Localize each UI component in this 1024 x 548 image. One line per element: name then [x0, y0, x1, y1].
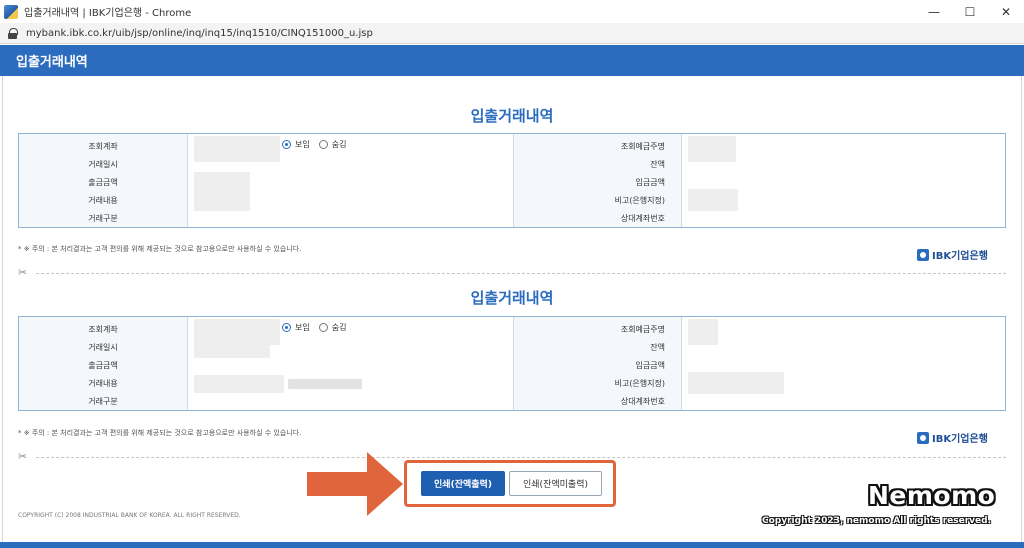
- copyright-text: COPYRIGHT (C) 2008 INDUSTRIAL BANK OF KO…: [18, 512, 241, 519]
- radio-show-label[interactable]: 보임: [295, 322, 310, 333]
- section-title: 입출거래내역: [470, 289, 554, 307]
- page-header: 입출거래내역: [0, 45, 1024, 76]
- transaction-table: 조회계좌 거래일시 출금금액 거래내용 거래구분 보임 숨김 조회예금주명 잔액…: [18, 133, 1006, 228]
- label-type: 거래구분: [88, 213, 118, 223]
- radio-show[interactable]: [282, 323, 291, 332]
- redacted-value: [688, 372, 784, 395]
- title-bar: 입출거래내역 | IBK기업은행 - Chrome — ☐ ✕: [0, 0, 1024, 23]
- value-withdrawal: [188, 172, 513, 192]
- browser-window: 입출거래내역 | IBK기업은행 - Chrome — ☐ ✕ mybank.i…: [0, 0, 1024, 548]
- watermark-subtitle: Copyright 2023, nemomo All rights reserv…: [762, 516, 991, 526]
- value-datetime: [188, 337, 513, 358]
- redacted-value: [194, 374, 284, 393]
- balance-visibility-radio[interactable]: 보임 숨김: [282, 139, 355, 150]
- value-holder: [682, 319, 1005, 346]
- radio-show[interactable]: [282, 140, 291, 149]
- label-balance: 잔액: [650, 342, 665, 352]
- balance-visibility-radio[interactable]: 보임 숨김: [282, 322, 355, 333]
- dashed-divider: [36, 273, 1006, 274]
- ibk-logo: IBK기업은행: [917, 247, 988, 262]
- ibk-logo-text: IBK기업은행: [932, 434, 988, 445]
- value-balance: [682, 156, 1005, 174]
- value-description: [188, 190, 513, 211]
- label-account: 조회계좌: [88, 141, 118, 151]
- label-withdrawal: 출금금액: [88, 360, 118, 370]
- radio-show-label[interactable]: 보임: [295, 139, 310, 150]
- right-label-column: 조회예금주명 잔액 입금금액 비고(은행지정) 상대계좌번호: [513, 134, 681, 227]
- label-deposit: 입금금액: [635, 177, 665, 187]
- label-deposit: 입금금액: [635, 360, 665, 370]
- redacted-value: [688, 189, 738, 212]
- label-description: 거래내용: [88, 195, 118, 205]
- scissors-icon: ✂: [18, 266, 28, 279]
- value-withdrawal: [188, 357, 513, 375]
- address-bar[interactable]: mybank.ibk.co.kr/uib/jsp/online/inq/inq1…: [0, 23, 1024, 44]
- value-type: [188, 393, 513, 411]
- redacted-value: [194, 190, 250, 211]
- ibk-logo-text: IBK기업은행: [932, 251, 988, 262]
- section-title: 입출거래내역: [470, 107, 554, 125]
- label-counter-account: 상대계좌번호: [620, 213, 665, 223]
- print-without-balance-button[interactable]: 인쇄(잔액미출력): [509, 471, 602, 496]
- value-memo: [682, 189, 1005, 212]
- close-button[interactable]: ✕: [988, 0, 1024, 23]
- left-label-column: 조회계좌 거래일시 출금금액 거래내용 거래구분: [19, 134, 187, 227]
- value-description: [188, 374, 513, 393]
- value-counter-account: [682, 392, 1005, 410]
- watermark-title: Nemomo: [868, 481, 996, 510]
- redacted-value: [194, 337, 270, 358]
- window-controls: — ☐ ✕: [916, 0, 1024, 23]
- dashed-divider: [36, 457, 1006, 458]
- arrow-icon: [307, 472, 369, 496]
- label-balance: 잔액: [650, 159, 665, 169]
- app-icon: [4, 4, 18, 19]
- label-account: 조회계좌: [88, 324, 118, 334]
- transaction-table: 조회계좌 거래일시 출금금액 거래내용 거래구분 보임 숨김 조회예금주명 잔액…: [18, 316, 1006, 411]
- maximize-button[interactable]: ☐: [952, 0, 988, 23]
- radio-hide-label[interactable]: 숨김: [332, 139, 347, 150]
- label-withdrawal: 출금금액: [88, 177, 118, 187]
- notice-text: * ※ 주의 : 본 처리결과는 고객 편의를 위해 제공되는 것으로 참고용으…: [18, 429, 302, 437]
- arrow-head: [367, 452, 403, 516]
- label-type: 거래구분: [88, 396, 118, 406]
- value-datetime: [188, 156, 513, 173]
- radio-hide[interactable]: [318, 323, 328, 332]
- label-holder: 조회예금주명: [620, 324, 665, 334]
- print-with-balance-button[interactable]: 인쇄(잔액출력): [421, 471, 505, 496]
- value-holder: [682, 136, 1005, 163]
- url-text[interactable]: mybank.ibk.co.kr/uib/jsp/online/inq/inq1…: [26, 28, 373, 39]
- label-datetime: 거래일시: [88, 342, 118, 352]
- value-counter-account: [682, 209, 1005, 227]
- lock-icon: [8, 27, 18, 39]
- label-datetime: 거래일시: [88, 159, 118, 169]
- label-memo: 비고(은행지정): [614, 195, 665, 205]
- redacted-value: [194, 172, 250, 192]
- label-memo: 비고(은행지정): [614, 378, 665, 388]
- bottom-border: [0, 542, 1024, 548]
- label-description: 거래내용: [88, 378, 118, 388]
- left-value-column: 보임 숨김: [187, 317, 513, 410]
- value-memo: [682, 372, 1005, 395]
- left-label-column: 조회계좌 거래일시 출금금액 거래내용 거래구분: [19, 317, 187, 410]
- radio-hide[interactable]: [318, 140, 328, 149]
- cut-line: ✂: [18, 266, 1006, 279]
- value-type: [188, 210, 513, 227]
- ibk-logo-icon: [917, 431, 929, 444]
- value-balance: [682, 339, 1005, 357]
- ibk-logo-icon: [917, 248, 929, 261]
- left-value-column: 보임 숨김: [187, 134, 513, 227]
- redacted-value: [288, 378, 362, 389]
- right-value-column: [681, 317, 1005, 410]
- scissors-icon: ✂: [18, 450, 28, 463]
- label-counter-account: 상대계좌번호: [620, 396, 665, 406]
- window-title: 입출거래내역 | IBK기업은행 - Chrome: [24, 8, 192, 19]
- radio-hide-label[interactable]: 숨김: [332, 322, 347, 333]
- right-value-column: [681, 134, 1005, 227]
- minimize-button[interactable]: —: [916, 0, 952, 23]
- page-title: 입출거래내역: [16, 55, 88, 70]
- ibk-logo: IBK기업은행: [917, 430, 988, 445]
- right-label-column: 조회예금주명 잔액 입금금액 비고(은행지정) 상대계좌번호: [513, 317, 681, 410]
- notice-text: * ※ 주의 : 본 처리결과는 고객 편의를 위해 제공되는 것으로 참고용으…: [18, 245, 302, 253]
- label-holder: 조회예금주명: [620, 141, 665, 151]
